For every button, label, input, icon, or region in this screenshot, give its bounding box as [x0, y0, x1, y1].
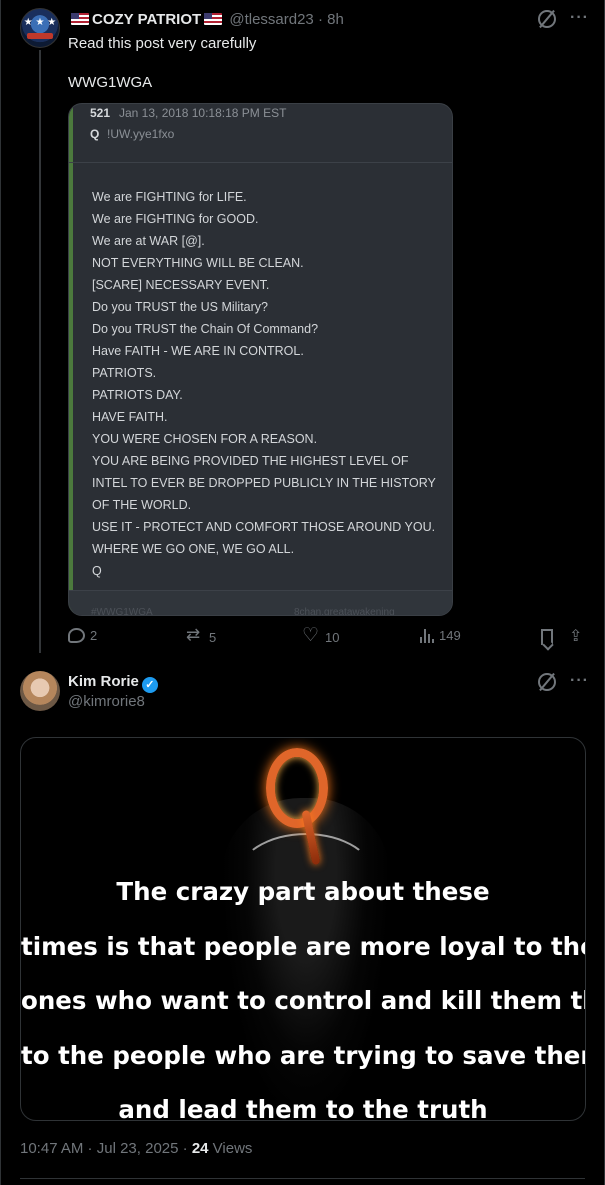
- post-line: YOU ARE BEING PROVIDED THE HIGHEST LEVEL…: [92, 454, 409, 468]
- like-count: 10: [325, 629, 340, 645]
- q-logo-icon: [266, 748, 328, 828]
- tweet-text-hashtag: WWG1WGA: [68, 74, 153, 91]
- timestamp[interactable]: 8h: [327, 11, 344, 28]
- views-count: 149: [439, 628, 461, 643]
- heart-icon: [302, 624, 320, 647]
- avatar-star-icon: ★ ★ ★: [23, 17, 57, 28]
- views-button[interactable]: 149: [420, 628, 461, 643]
- post-line: Have FAITH - WE ARE IN CONTROL.: [92, 344, 304, 358]
- share-icon: [569, 626, 587, 646]
- post-line: Q: [92, 564, 102, 578]
- separator-dot: ·: [313, 11, 328, 28]
- post-line: We are at WAR [@].: [92, 234, 205, 248]
- post-line: Do you TRUST the Chain Of Command?: [92, 322, 319, 336]
- post-footer-right: 8chan.greatawakening: [294, 607, 395, 616]
- post-footer-left: #WWG1WGA: [91, 607, 153, 616]
- divider: [20, 1178, 585, 1179]
- post-footer: #WWG1WGA 8chan.greatawakening: [69, 590, 452, 616]
- post-number: 521: [90, 106, 111, 120]
- column-border-left: [0, 0, 1, 1185]
- post-date: Jan 13, 2018 10:18:18 PM EST: [119, 106, 287, 120]
- avatar[interactable]: ★ ★ ★: [20, 8, 60, 48]
- tweet-header: Kim Rorie ✓: [68, 673, 158, 693]
- reply-icon: [68, 628, 85, 643]
- views-label: Views: [212, 1140, 253, 1157]
- tweet-text: Read this post very carefully: [68, 35, 257, 52]
- avatar[interactable]: [20, 671, 60, 711]
- post-line: [SCARE] NECESSARY EVENT.: [92, 278, 270, 292]
- tweet-action-bar: 2 5 10 149: [68, 624, 588, 648]
- retweet-icon: [186, 625, 204, 646]
- retweet-count: 5: [209, 629, 217, 645]
- grok-icon[interactable]: [538, 10, 557, 28]
- views-count: 24: [191, 1140, 209, 1157]
- post-tripcode: !UW.yye1fxo: [107, 127, 175, 141]
- post-line: OF THE WORLD.: [92, 498, 192, 512]
- share-button[interactable]: [569, 626, 587, 646]
- us-flag-icon: [71, 13, 89, 25]
- image-caption: The crazy part about these times is that…: [21, 865, 586, 1121]
- tweet-metadata: 10:47 AM · Jul 23, 2025 · 24 Views: [20, 1140, 252, 1158]
- post-line: PATRIOTS DAY.: [92, 388, 183, 402]
- post-line: We are FIGHTING for GOOD.: [92, 212, 259, 226]
- display-name[interactable]: Kim Rorie: [68, 673, 139, 690]
- post-body: We are FIGHTING for LIFE. We are FIGHTIN…: [92, 186, 442, 582]
- post-date[interactable]: Jul 23, 2025: [97, 1140, 179, 1157]
- post-line: YOU WERE CHOSEN FOR A REASON.: [92, 432, 318, 446]
- post-line: NOT EVERYTHING WILL BE CLEAN.: [92, 256, 304, 270]
- thread-line: [39, 50, 41, 653]
- reply-button[interactable]: 2: [68, 628, 97, 643]
- post-line: We are FIGHTING for LIFE.: [92, 190, 247, 204]
- caption-line: and lead them to the truth: [118, 1095, 488, 1121]
- verified-badge-icon[interactable]: ✓: [141, 677, 158, 693]
- more-icon[interactable]: ···: [570, 10, 589, 28]
- like-button[interactable]: 10: [302, 624, 340, 647]
- post-line: WHERE WE GO ONE, WE GO ALL.: [92, 542, 295, 556]
- tweet-top-actions: ···: [538, 673, 589, 691]
- avatar-stripe: [27, 33, 53, 39]
- tweet-top-actions: ···: [538, 10, 589, 28]
- more-icon[interactable]: ···: [570, 673, 589, 691]
- bookmark-icon: [541, 629, 553, 645]
- post-author: Q: [90, 127, 100, 141]
- caption-line: ones who want to control and kill them t…: [21, 986, 586, 1015]
- separator-dot: ·: [83, 1140, 97, 1157]
- caption-line: times is that people are more loyal to t…: [21, 931, 586, 961]
- embedded-post-image[interactable]: 521 Jan 13, 2018 10:18:18 PM EST Q !UW.y…: [68, 103, 453, 616]
- bookmark-button[interactable]: [541, 629, 553, 645]
- post-line: INTEL TO EVER BE DROPPED PUBLICLY IN THE…: [92, 476, 436, 490]
- tweet-header: COZY PATRIOT @tlessard23 · 8h: [68, 11, 344, 29]
- display-name[interactable]: COZY PATRIOT: [92, 11, 201, 28]
- grok-icon[interactable]: [538, 673, 557, 691]
- caption-line: to the people who are trying to save the…: [21, 1040, 586, 1070]
- reply-count: 2: [90, 628, 98, 643]
- retweet-button[interactable]: 5: [186, 625, 217, 646]
- separator-dot: ·: [178, 1140, 192, 1157]
- post-line: PATRIOTS.: [92, 366, 157, 380]
- post-line: HAVE FAITH.: [92, 410, 168, 424]
- caption-line: The crazy part about these: [116, 877, 490, 906]
- post-accent-bar: [69, 104, 73, 615]
- analytics-icon: [420, 628, 434, 643]
- post-line: Do you TRUST the US Military?: [92, 300, 268, 314]
- handle[interactable]: @kimrorie8: [68, 693, 145, 711]
- post-line: USE IT - PROTECT AND COMFORT THOSE AROUN…: [92, 520, 436, 534]
- us-flag-icon: [204, 13, 223, 25]
- tweet-image[interactable]: The crazy part about these times is that…: [20, 737, 586, 1121]
- handle[interactable]: @tlessard23: [229, 11, 313, 28]
- post-time[interactable]: 10:47 AM: [20, 1140, 83, 1157]
- post-header: 521 Jan 13, 2018 10:18:18 PM EST Q !UW.y…: [69, 104, 452, 163]
